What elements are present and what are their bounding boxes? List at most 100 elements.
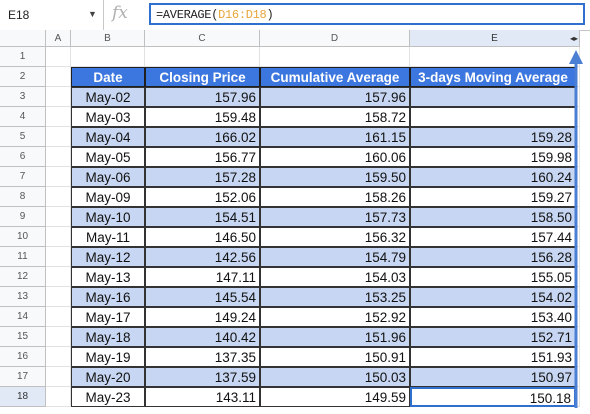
value-cell[interactable]: 149.59 (260, 387, 410, 407)
formula-text: =AVERAGE(D16:D18) (156, 8, 274, 22)
date-cell[interactable]: May-05 (71, 147, 145, 167)
row-header-13[interactable]: 13 (0, 287, 46, 307)
value-cell[interactable]: 152.92 (260, 307, 410, 327)
table-header-cell[interactable]: Closing Price (145, 67, 260, 87)
date-cell[interactable]: May-02 (71, 87, 145, 107)
date-cell[interactable]: May-13 (71, 267, 145, 287)
value-cell[interactable]: 154.03 (260, 267, 410, 287)
formula-suffix: ) (266, 8, 274, 22)
column-resize-handle-icon[interactable]: ◂▸ (570, 34, 578, 43)
row-header-7[interactable]: 7 (0, 167, 46, 187)
date-cell[interactable]: May-06 (71, 167, 145, 187)
value-cell[interactable]: 143.11 (145, 387, 260, 407)
row-header-16[interactable]: 16 (0, 347, 46, 367)
row-header-10[interactable]: 10 (0, 227, 46, 247)
value-cell[interactable]: 156.32 (260, 227, 410, 247)
name-box-value: E18 (8, 8, 30, 22)
date-cell[interactable]: May-18 (71, 327, 145, 347)
date-cell[interactable]: May-23 (71, 387, 145, 407)
value-cell[interactable]: 151.93 (410, 347, 576, 367)
date-cell[interactable]: May-17 (71, 307, 145, 327)
row-header-5[interactable]: 5 (0, 127, 46, 147)
row-header-3[interactable]: 3 (0, 87, 46, 107)
date-cell[interactable]: May-12 (71, 247, 145, 267)
row-header-9[interactable]: 9 (0, 207, 46, 227)
column-header-a[interactable]: A (46, 30, 71, 47)
value-cell[interactable]: 157.96 (260, 87, 410, 107)
value-cell[interactable]: 140.42 (145, 327, 260, 347)
value-cell[interactable]: 152.06 (145, 187, 260, 207)
value-cell[interactable]: 159.48 (145, 107, 260, 127)
table-header-cell[interactable]: Cumulative Average (260, 67, 410, 87)
value-cell[interactable]: 153.25 (260, 287, 410, 307)
value-cell[interactable]: 155.05 (410, 267, 576, 287)
select-all-corner[interactable] (0, 30, 46, 47)
table-header-cell[interactable]: Date (71, 67, 145, 87)
row-header-1[interactable]: 1 (0, 47, 46, 67)
value-cell[interactable]: 154.79 (260, 247, 410, 267)
value-cell[interactable]: 156.28 (410, 247, 576, 267)
date-cell[interactable]: May-16 (71, 287, 145, 307)
column-header-d[interactable]: D (260, 30, 410, 47)
fx-icon: fx (112, 3, 128, 23)
value-cell[interactable]: 142.56 (145, 247, 260, 267)
column-header-c[interactable]: C (145, 30, 260, 47)
value-cell[interactable]: 159.50 (260, 167, 410, 187)
row-header-17[interactable]: 17 (0, 367, 46, 387)
row-header-11[interactable]: 11 (0, 247, 46, 267)
value-cell[interactable]: 150.97 (410, 367, 576, 387)
table-header-cell[interactable]: 3-days Moving Average (410, 67, 576, 87)
value-cell[interactable] (410, 107, 576, 127)
value-cell[interactable]: 154.51 (145, 207, 260, 227)
value-cell[interactable]: 159.28 (410, 127, 576, 147)
value-cell[interactable]: 158.72 (260, 107, 410, 127)
row-header-6[interactable]: 6 (0, 147, 46, 167)
value-cell[interactable]: 154.02 (410, 287, 576, 307)
value-cell[interactable]: 137.35 (145, 347, 260, 367)
value-cell[interactable]: 160.24 (410, 167, 576, 187)
date-cell[interactable]: May-03 (71, 107, 145, 127)
chevron-down-icon[interactable]: ▼ (88, 9, 97, 19)
column-header-e[interactable]: E (410, 30, 580, 47)
value-cell[interactable]: 153.40 (410, 307, 576, 327)
value-cell[interactable]: 160.06 (260, 147, 410, 167)
value-cell[interactable]: 150.91 (260, 347, 410, 367)
value-cell[interactable]: 150.18 (410, 387, 576, 407)
formula-input[interactable]: =AVERAGE(D16:D18) (149, 3, 585, 25)
value-cell[interactable]: 159.27 (410, 187, 576, 207)
row-header-8[interactable]: 8 (0, 187, 46, 207)
row-header-2[interactable]: 2 (0, 67, 46, 87)
value-cell[interactable]: 151.96 (260, 327, 410, 347)
value-cell[interactable]: 157.44 (410, 227, 576, 247)
value-cell[interactable]: 146.50 (145, 227, 260, 247)
value-cell[interactable] (410, 87, 576, 107)
value-cell[interactable]: 159.98 (410, 147, 576, 167)
name-box[interactable]: E18 ▼ (0, 0, 104, 30)
row-header-4[interactable]: 4 (0, 107, 46, 127)
date-cell[interactable]: May-10 (71, 207, 145, 227)
value-cell[interactable]: 166.02 (145, 127, 260, 147)
date-cell[interactable]: May-04 (71, 127, 145, 147)
value-cell[interactable]: 161.15 (260, 127, 410, 147)
value-cell[interactable]: 158.50 (410, 207, 576, 227)
value-cell[interactable]: 147.11 (145, 267, 260, 287)
date-cell[interactable]: May-19 (71, 347, 145, 367)
value-cell[interactable]: 152.71 (410, 327, 576, 347)
date-cell[interactable]: May-11 (71, 227, 145, 247)
value-cell[interactable]: 149.24 (145, 307, 260, 327)
row-header-18[interactable]: 18 (0, 387, 46, 407)
row-header-15[interactable]: 15 (0, 327, 46, 347)
value-cell[interactable]: 145.54 (145, 287, 260, 307)
value-cell[interactable]: 158.26 (260, 187, 410, 207)
date-cell[interactable]: May-09 (71, 187, 145, 207)
value-cell[interactable]: 157.73 (260, 207, 410, 227)
value-cell[interactable]: 137.59 (145, 367, 260, 387)
date-cell[interactable]: May-20 (71, 367, 145, 387)
column-header-b[interactable]: B (71, 30, 145, 47)
value-cell[interactable]: 157.28 (145, 167, 260, 187)
row-header-12[interactable]: 12 (0, 267, 46, 287)
row-header-14[interactable]: 14 (0, 307, 46, 327)
value-cell[interactable]: 157.96 (145, 87, 260, 107)
value-cell[interactable]: 150.03 (260, 367, 410, 387)
value-cell[interactable]: 156.77 (145, 147, 260, 167)
